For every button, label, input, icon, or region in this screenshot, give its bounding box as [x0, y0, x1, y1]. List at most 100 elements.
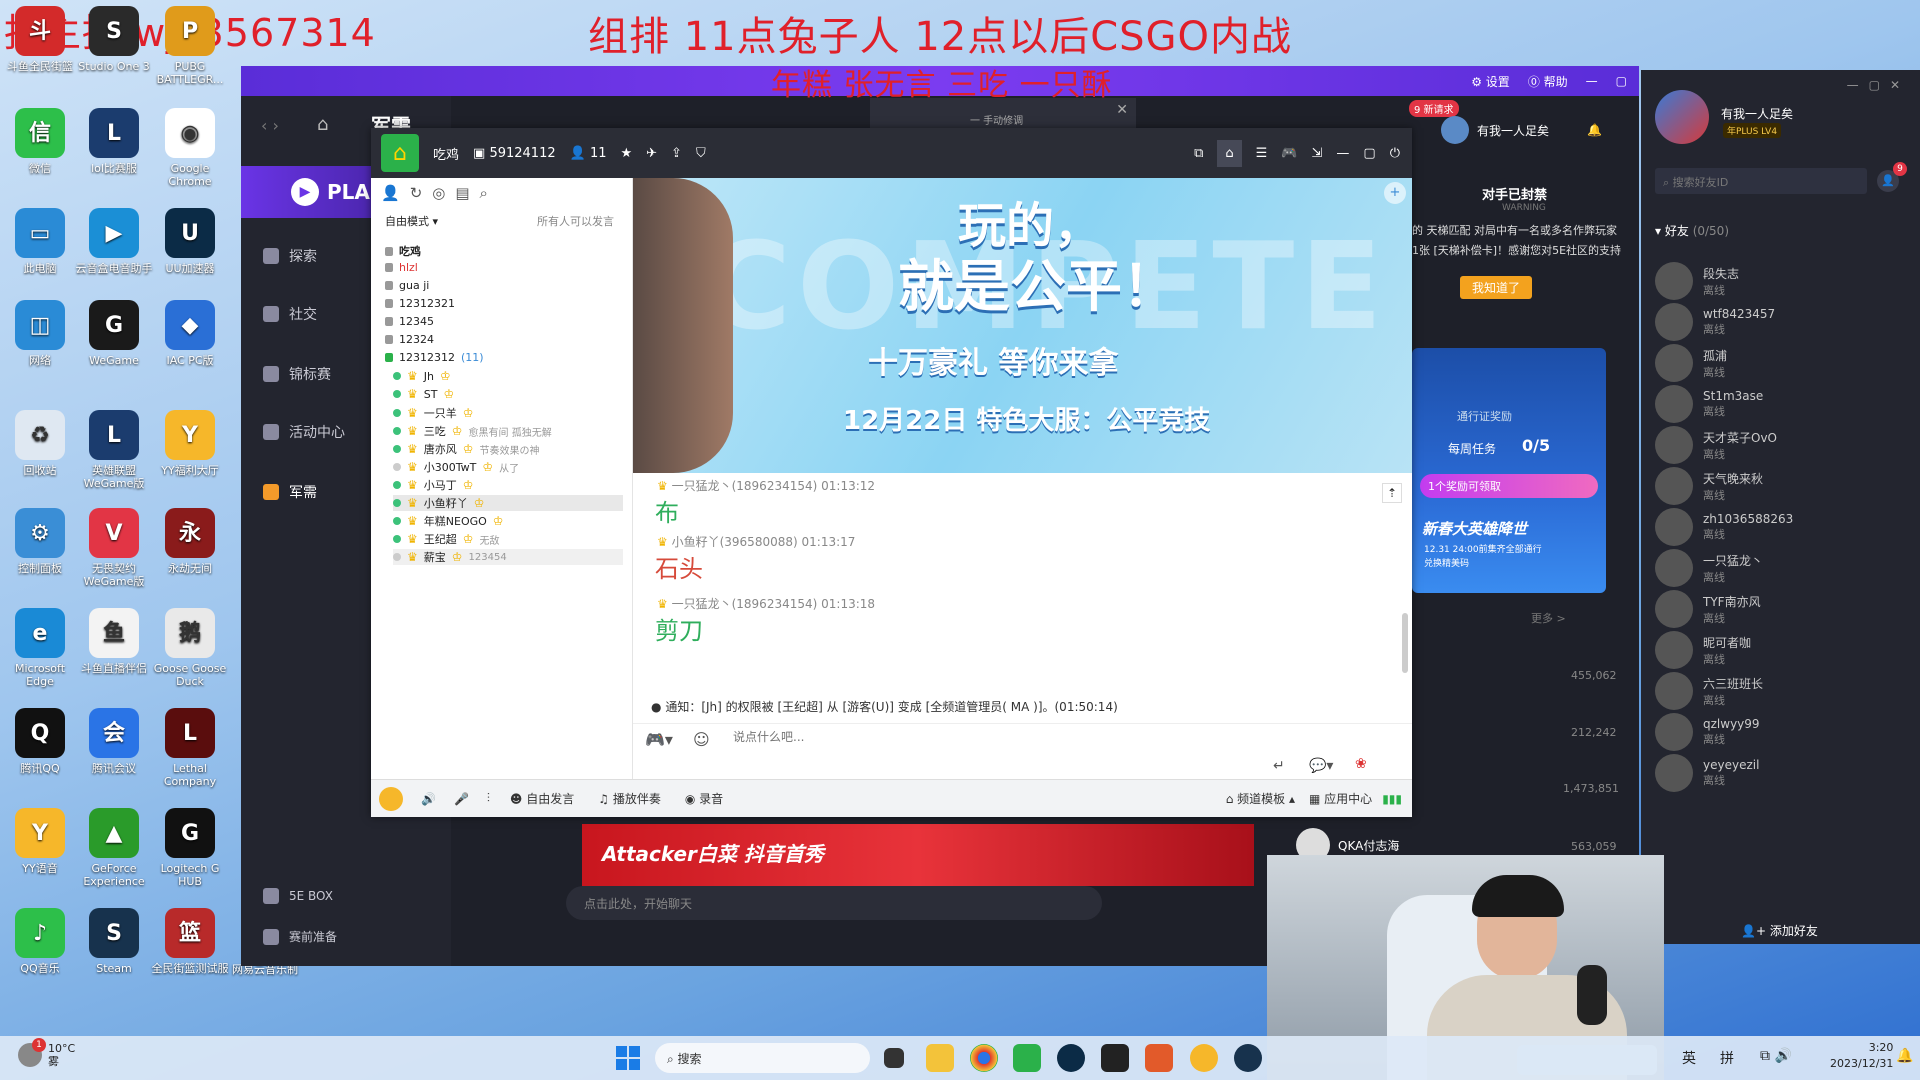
music-button[interactable]: ♫ 播放伴奏 [598, 790, 661, 807]
nav-social[interactable]: 社交 [263, 304, 317, 324]
friend-search[interactable]: ⌕ 搜索好友ID [1655, 168, 1867, 194]
desktop-icon[interactable]: 永永劫无间 [150, 508, 230, 575]
friend-item[interactable]: 昵可者咖 离线 [1655, 631, 1751, 669]
desktop-icon[interactable]: ♻ 回收站 [0, 410, 80, 477]
desktop-icon[interactable]: Q 腾讯QQ [0, 708, 80, 775]
friend-item[interactable]: 天才菜子OvO 离线 [1655, 426, 1777, 464]
start-button[interactable] [616, 1046, 640, 1070]
nav-5ebox[interactable]: 5E BOX [263, 888, 333, 904]
friend-item[interactable]: 天气晚来秋 离线 [1655, 467, 1763, 505]
taskbar-sheet-icon[interactable] [1013, 1044, 1041, 1072]
channel-row[interactable]: 吃鸡 [385, 243, 421, 259]
platform-user[interactable]: 有我一人足矣 🔔 [1441, 116, 1602, 144]
banner-add-icon[interactable]: + [1384, 182, 1406, 204]
add-friend-button[interactable]: 👤+ 添加好友 [1741, 922, 1818, 939]
friend-item[interactable]: wtf8423457 离线 [1655, 303, 1775, 341]
maximize-icon[interactable]: ▢ [1616, 74, 1627, 88]
gamepad-emoji-icon[interactable]: 🎮▾ [645, 730, 673, 749]
list-icon[interactable]: ☰ [1256, 146, 1268, 161]
collapse-icon[interactable]: ⇲ [1312, 146, 1323, 161]
desktop-icon[interactable]: 鱼斗鱼直播伴侣 [74, 608, 154, 675]
friend-item[interactable]: yeyeyezil 离线 [1655, 754, 1759, 792]
taskbar-duck-icon[interactable] [1145, 1044, 1173, 1072]
scroll-top-icon[interactable]: ⇡ [1382, 483, 1402, 503]
search-icon[interactable]: ⌕ [480, 184, 488, 202]
desktop-icon[interactable]: Y YY福利大厅 [150, 410, 230, 477]
desktop-icon[interactable]: e Microsoft Edge [0, 608, 80, 688]
member-row[interactable]: ♛ 三吃 ♔ 愈黑有间 孤独无解 [393, 423, 552, 439]
channel-row[interactable]: hlzl [385, 261, 418, 274]
app-center-button[interactable]: ▦ 应用中心 [1309, 790, 1372, 807]
member-row[interactable]: ♛ Jh ♔ [393, 369, 457, 383]
chat-input[interactable] [733, 730, 1233, 744]
friends-maximize-icon[interactable]: ▢ [1869, 78, 1890, 92]
home-icon[interactable]: ⌂ [317, 114, 328, 135]
nav-back-icon[interactable]: ‹ › [261, 116, 279, 135]
share-icon[interactable]: ⇪ [671, 146, 682, 161]
more-link[interactable]: 更多 > [1531, 610, 1566, 626]
friends-avatar[interactable] [1655, 90, 1709, 144]
member-row[interactable]: ♛ 年糕NEOGO ♔ [393, 513, 510, 529]
ime-english[interactable]: 英 [1682, 1048, 1696, 1068]
mode-selector[interactable]: 自由模式 ▾ [385, 213, 438, 229]
template-button[interactable]: ⌂ 频道模板 ▴ [1226, 790, 1295, 807]
taskbar-explorer-icon[interactable] [926, 1044, 954, 1072]
chat-scrollbar[interactable] [1402, 613, 1408, 673]
message-sender[interactable]: 一只猛龙丶(1896234154) [672, 479, 818, 493]
desktop-icon[interactable]: Llol比赛服 [74, 108, 154, 175]
nav-tournament[interactable]: 锦标赛 [263, 364, 331, 384]
notification-icon[interactable]: 🔔 [1896, 1048, 1913, 1064]
ime-pinyin[interactable]: 拼 [1720, 1048, 1734, 1068]
friend-item[interactable]: qzlwyy99 离线 [1655, 713, 1760, 751]
nav-supply[interactable]: 军需 [263, 482, 317, 502]
speaker-icon[interactable]: 🔊 [421, 792, 436, 806]
help-button[interactable]: ⓪ 帮助 [1528, 73, 1568, 90]
desktop-icon[interactable]: 会腾讯会议 [74, 708, 154, 775]
settings-button[interactable]: ⚙ 设置 [1471, 73, 1510, 90]
friend-item[interactable]: zh1036588263 离线 [1655, 508, 1793, 546]
desktop-icon[interactable]: ◆ IAC PC版 [150, 300, 230, 367]
pass-promo-card[interactable]: 通行证奖励 每周任务 0/5 1个奖励可领取 新春大英雄降世 12.31 24:… [1412, 348, 1606, 593]
member-row[interactable]: ♛ 薪宝 ♔ 123454 [393, 549, 623, 565]
video-banner[interactable]: Attacker白菜 抖音首秀 [582, 824, 1254, 886]
friend-item[interactable]: 段失志 离线 [1655, 262, 1739, 300]
channel-row[interactable]: 12312321 [385, 297, 455, 310]
desktop-icon[interactable]: ⚙ 控制面板 [0, 508, 80, 575]
channel-row[interactable]: 12324 [385, 333, 434, 346]
enter-icon[interactable]: ↵ [1273, 758, 1285, 774]
member-row[interactable]: ♛ 唐亦风 ♔ 节奏效果の神 [393, 441, 540, 457]
desktop-icon[interactable]: ♪ QQ音乐 [0, 908, 80, 975]
member-row[interactable]: ♛ 小鱼籽丫 ♔ [393, 495, 623, 511]
video-icon[interactable]: ⧉ [1194, 146, 1203, 161]
desktop-icon[interactable]: ◫ 网络 [0, 300, 80, 367]
nav-prematch[interactable]: 赛前准备 [263, 928, 337, 945]
member-row[interactable]: ♛ 小马丁 ♔ [393, 477, 480, 493]
desktop-icon[interactable]: ▭ 此电脑 [0, 208, 80, 275]
flower-icon[interactable]: ❀ [1355, 756, 1367, 772]
taskbar-search[interactable]: ⌕ 搜索 [655, 1043, 870, 1073]
channel-row[interactable]: gua ji [385, 279, 429, 292]
friend-item[interactable]: 六三班班长 离线 [1655, 672, 1763, 710]
channel-row[interactable]: 12312312 (11) [385, 351, 484, 364]
tray-icons[interactable]: ⧉ 🔊 [1760, 1048, 1792, 1064]
desktop-icon[interactable]: L 英雄联盟WeGame版 [74, 410, 154, 490]
message-sender[interactable]: 一只猛龙丶(1896234154) [672, 597, 818, 611]
desktop-icon[interactable]: V 无畏契约WeGame版 [74, 508, 154, 588]
desktop-icon[interactable]: G WeGame [74, 300, 154, 367]
taskbar-uu-icon[interactable] [1057, 1044, 1085, 1072]
event-banner[interactable]: COMPETE 玩的， 就是公平！ 十万豪礼 等你来拿 12月22日 特色大服：… [633, 178, 1412, 473]
desktop-icon[interactable]: L Lethal Company [150, 708, 230, 788]
chat-start-input[interactable]: 点击此处，开始聊天 [566, 886, 1102, 920]
gamepad-icon[interactable]: 🎮 [1281, 146, 1297, 161]
plane-icon[interactable]: ✈ [646, 146, 657, 161]
weather-widget[interactable]: 1 10°C 雾 [18, 1038, 75, 1068]
desktop-icon[interactable]: 斗斗鱼全民街篮 [0, 6, 80, 73]
desktop-icon[interactable]: Y YY语音 [0, 808, 80, 875]
bubble-icon[interactable]: 💬▾ [1309, 758, 1333, 774]
friend-item[interactable]: TYF南亦风 离线 [1655, 590, 1761, 628]
friend-item[interactable]: 一只猛龙丶 离线 [1655, 549, 1763, 587]
minimize-icon[interactable]: — [1586, 74, 1598, 88]
friends-minimize-icon[interactable]: — [1847, 78, 1869, 92]
yy-logo-icon[interactable] [379, 786, 403, 811]
friend-request-badge[interactable]: 9 新请求 [1409, 100, 1459, 117]
